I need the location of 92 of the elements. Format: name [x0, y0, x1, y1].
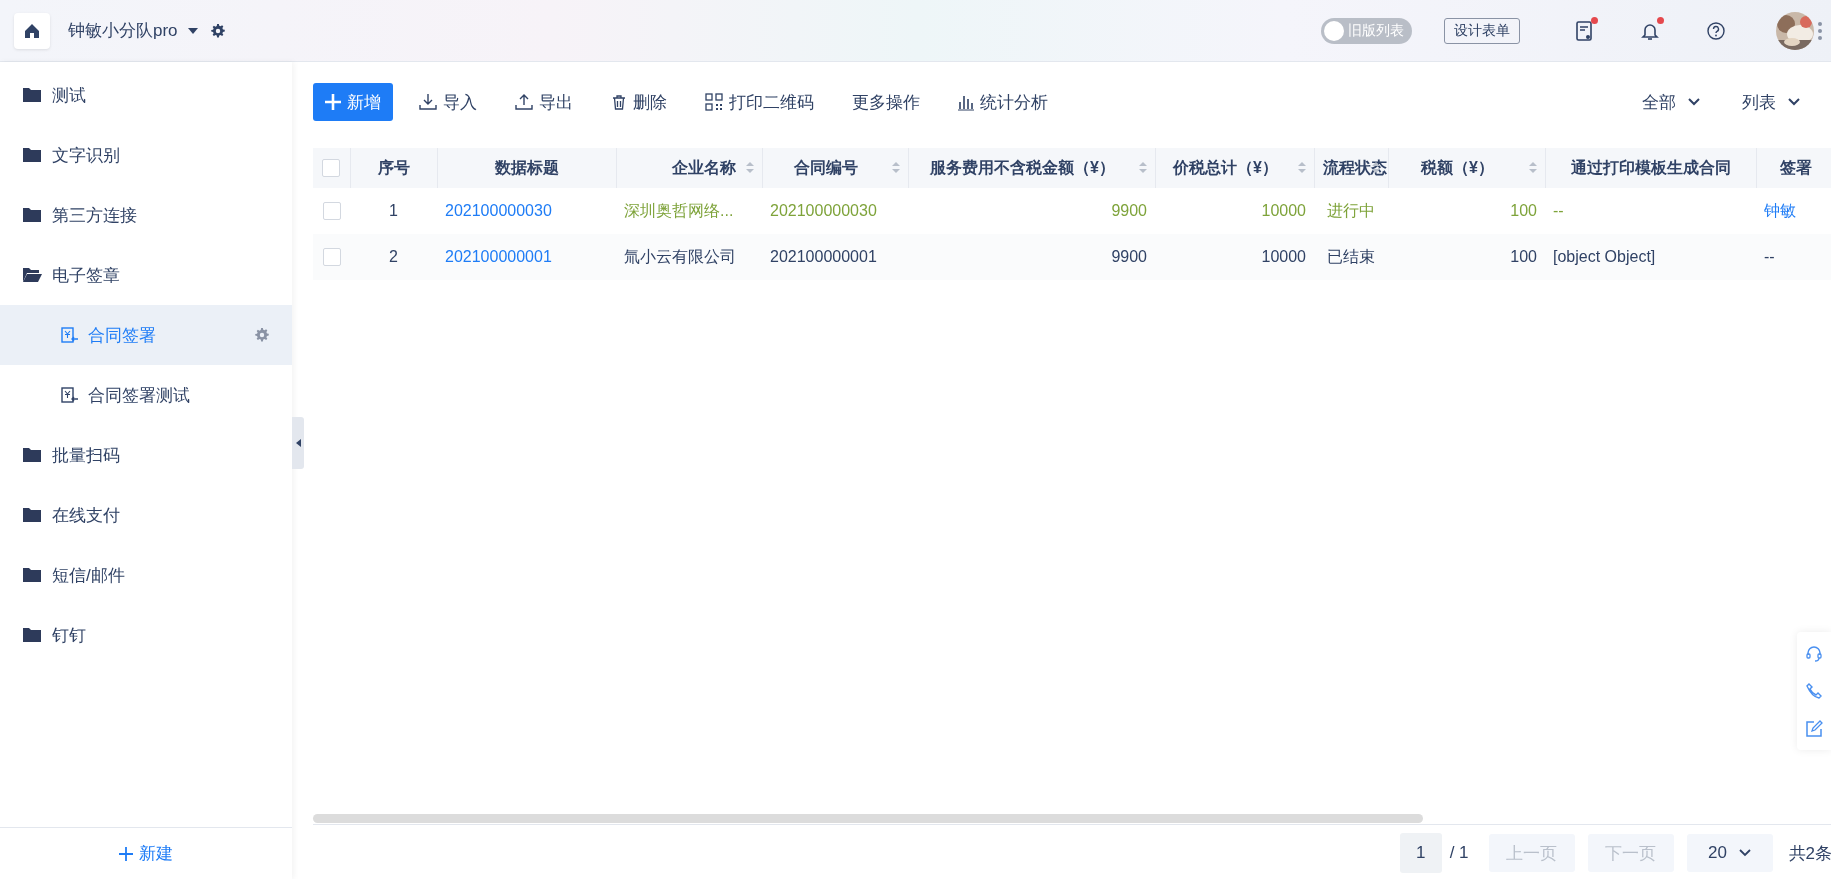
toolbar-button[interactable]: 删除: [599, 83, 679, 121]
download-icon: [419, 93, 437, 111]
column-header[interactable]: 合同编号: [794, 158, 858, 176]
settings-icon[interactable]: [209, 22, 226, 39]
sidebar-item[interactable]: 批量扫码: [0, 425, 292, 485]
toolbar-button[interactable]: 统计分析: [946, 83, 1060, 121]
record-link[interactable]: 钟敏: [1764, 201, 1796, 219]
table-cell: --: [1764, 248, 1775, 265]
home-button[interactable]: [14, 12, 50, 49]
new-folder-button[interactable]: 新建: [0, 827, 292, 879]
record-link[interactable]: 202100000030: [445, 202, 552, 219]
design-form-button[interactable]: 设计表单: [1444, 17, 1520, 44]
sidebar-item[interactable]: 电子签章: [0, 245, 292, 305]
table-cell: 进行中: [1327, 201, 1375, 219]
total-count: 共2条: [1788, 842, 1831, 865]
scrollbar-thumb[interactable]: [313, 814, 1423, 823]
table-cell: 10000: [1261, 202, 1306, 219]
folder-open-icon: [22, 265, 42, 285]
folder-icon: [22, 145, 42, 165]
form-icon: [60, 326, 78, 344]
sidebar-item[interactable]: 在线支付: [0, 485, 292, 545]
folder-icon: [22, 445, 42, 465]
chevron-down-icon: [1688, 98, 1700, 106]
sidebar-item[interactable]: 文字识别: [0, 125, 292, 185]
column-header: 签署: [1780, 158, 1813, 176]
table-cell: 已结束: [1327, 247, 1375, 265]
table-cell: 100: [1510, 202, 1537, 219]
table-cell: 氚小云有限公司: [624, 247, 736, 265]
phone-icon[interactable]: [1805, 682, 1823, 700]
sort-icon: [745, 162, 754, 173]
page-count: / 1: [1449, 843, 1469, 863]
folder-icon: [22, 505, 42, 525]
help-icon[interactable]: [1706, 19, 1726, 42]
sidebar-item[interactable]: 钉钉: [0, 605, 292, 665]
sidebar-item[interactable]: 合同签署: [0, 305, 292, 365]
collapse-icon: [295, 439, 301, 447]
folder-icon: [22, 205, 42, 225]
table-cell: 9900: [1111, 202, 1147, 219]
chevron-down-icon: [1739, 849, 1751, 857]
table-cell: 9900: [1111, 248, 1147, 265]
page-size-select[interactable]: 20: [1686, 834, 1773, 872]
chevron-down-icon: [1788, 98, 1800, 106]
trash-icon: [611, 93, 627, 111]
plus-icon: [325, 94, 341, 110]
view-select[interactable]: 全部: [1636, 89, 1706, 115]
sort-icon: [1371, 162, 1380, 173]
sidebar-item[interactable]: 合同签署测试: [0, 365, 292, 425]
toolbar-button[interactable]: 更多操作: [840, 83, 932, 121]
folder-icon: [22, 85, 42, 105]
folder-icon: [22, 565, 42, 585]
sort-icon: [1297, 162, 1306, 173]
unread-dot: [1657, 16, 1664, 24]
bar-chart-icon: [958, 93, 974, 111]
page-input[interactable]: 1: [1399, 833, 1442, 873]
upload-icon: [515, 93, 533, 111]
sidebar-item[interactable]: 短信/邮件: [0, 545, 292, 605]
table-cell: 100: [1510, 248, 1537, 265]
column-header: 通过打印模板生成合同: [1570, 158, 1731, 176]
headset-icon[interactable]: [1805, 644, 1823, 662]
table-cell: 202100000001: [770, 248, 877, 265]
sidebar-item[interactable]: 测试: [0, 65, 292, 125]
collapse-handle[interactable]: [292, 417, 304, 469]
toolbar-button[interactable]: 打印二维码: [693, 83, 826, 121]
form-icon[interactable]: [1574, 19, 1594, 42]
folder-icon: [22, 625, 42, 645]
table-cell: 深圳奥哲网络...: [624, 201, 734, 219]
table-cell: 2: [389, 248, 398, 265]
unread-dot: [1591, 16, 1598, 24]
table-cell: [object Object]: [1553, 248, 1656, 265]
table-cell: --: [1553, 202, 1564, 219]
column-header: 序号: [377, 158, 410, 176]
more-icon[interactable]: [1818, 21, 1822, 40]
qr-code-icon: [705, 93, 723, 111]
toolbar-button[interactable]: 导出: [503, 83, 585, 121]
toolbar-button[interactable]: 导入: [407, 83, 489, 121]
form-icon: [60, 386, 78, 404]
edit-icon[interactable]: [1805, 720, 1823, 738]
team-switcher[interactable]: 钟敏小分队pro: [68, 19, 200, 42]
view-select[interactable]: 列表: [1736, 89, 1806, 115]
table-cell: 202100000030: [770, 202, 877, 219]
plus-icon: [119, 846, 133, 861]
sort-icon: [891, 162, 900, 173]
checkbox[interactable]: [322, 248, 341, 266]
checkbox[interactable]: [322, 202, 341, 220]
sort-icon: [1528, 162, 1537, 173]
sort-icon: [1138, 162, 1147, 173]
add-button[interactable]: 新增: [313, 83, 393, 121]
checkbox[interactable]: [322, 159, 341, 177]
table-cell: 1: [389, 202, 398, 219]
column-header: 数据标题: [494, 158, 559, 176]
sidebar-item[interactable]: 第三方连接: [0, 185, 292, 245]
table-cell: 10000: [1261, 248, 1306, 265]
